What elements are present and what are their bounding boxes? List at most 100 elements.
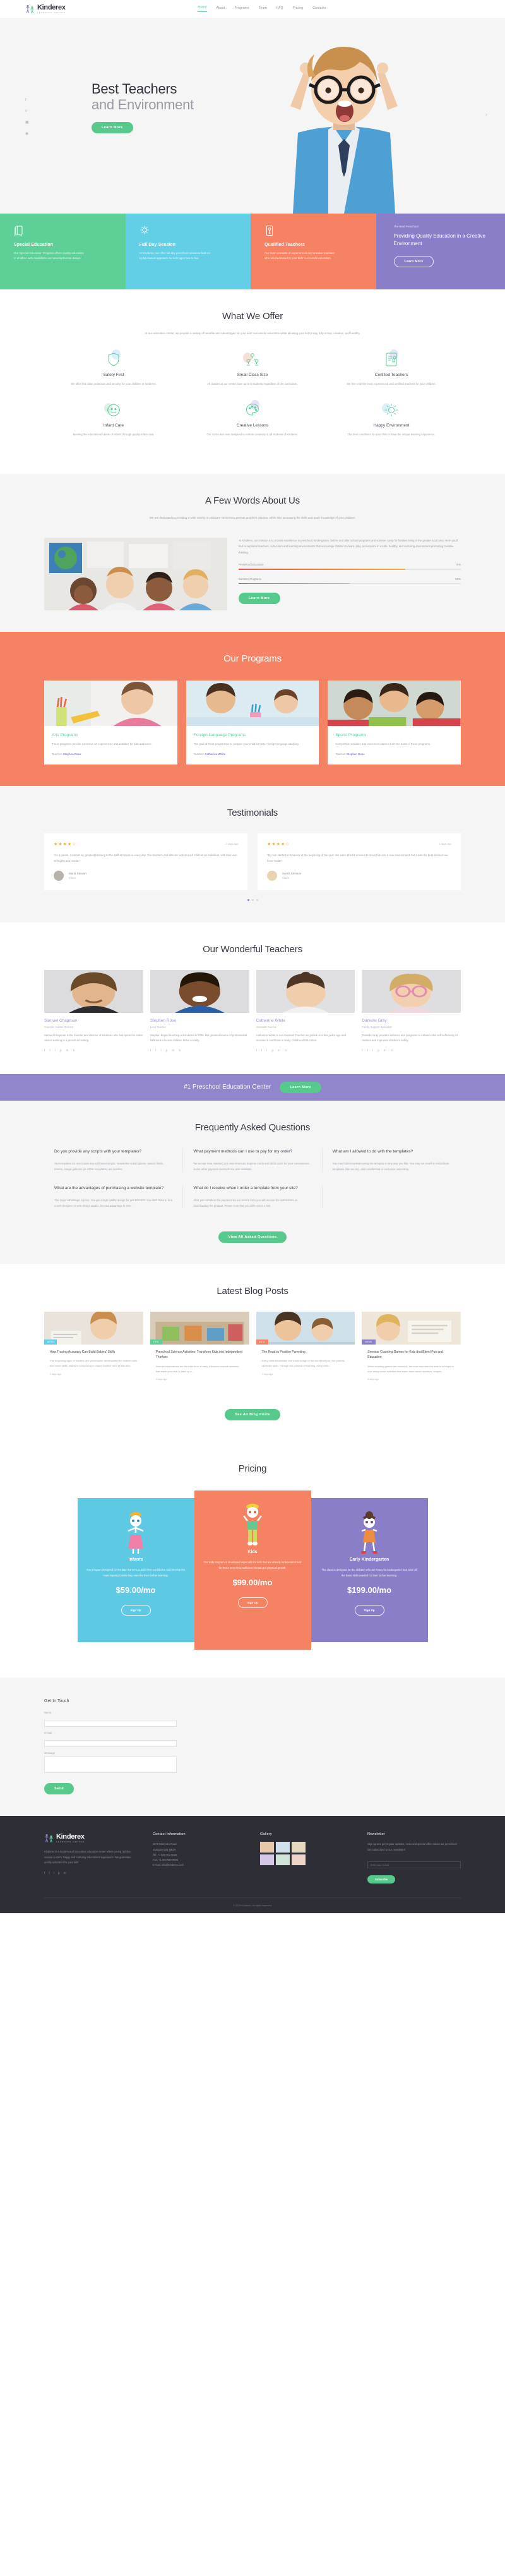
- footer-gallery-thumb[interactable]: [276, 1842, 290, 1853]
- offer-item-certified-teachers[interactable]: Certified Teachers We hire only the most…: [322, 349, 461, 387]
- pinterest-icon[interactable]: p: [166, 1049, 168, 1053]
- footer-gallery-thumb[interactable]: [292, 1842, 306, 1853]
- nav-item-about[interactable]: About: [217, 6, 225, 12]
- behance-icon[interactable]: b: [179, 1049, 181, 1053]
- instagram-icon[interactable]: i: [372, 1049, 373, 1053]
- program-card[interactable]: Arts Programs These programs provide ext…: [44, 680, 177, 765]
- feature-cta-button[interactable]: Learn More: [393, 256, 434, 267]
- instagram-icon[interactable]: i: [266, 1049, 267, 1053]
- twitter-icon[interactable]: t: [49, 1049, 50, 1053]
- linkedin-icon[interactable]: in: [278, 1049, 280, 1053]
- facebook-icon[interactable]: f: [25, 99, 29, 102]
- linkedin-icon[interactable]: in: [64, 1872, 66, 1875]
- blog-card[interactable]: TIPS Preschool Science Activities: Trans…: [150, 1311, 249, 1388]
- contact-send-button[interactable]: Send: [44, 1783, 74, 1795]
- twitter-icon[interactable]: ᴠ: [25, 109, 29, 113]
- nav-item-programs[interactable]: Programs: [235, 6, 249, 12]
- nav-item-pricing[interactable]: Pricing: [293, 6, 304, 12]
- pricing-signup-button[interactable]: Sign Up: [354, 1604, 384, 1616]
- pagination-dot[interactable]: [256, 898, 258, 901]
- testimonials-pagination[interactable]: [44, 898, 461, 901]
- footer-gallery-thumb[interactable]: [292, 1854, 306, 1866]
- pricing-signup-button[interactable]: Sign Up: [237, 1597, 268, 1608]
- program-teacher-name[interactable]: Catherine White: [205, 753, 225, 756]
- blog-see-all-button[interactable]: See All Blog Posts: [225, 1409, 280, 1421]
- program-teacher-name[interactable]: Stephen Rose: [347, 753, 365, 756]
- twitter-icon[interactable]: t: [261, 1049, 262, 1053]
- facebook-icon[interactable]: f: [44, 1049, 45, 1053]
- feature-box-full-day-session[interactable]: Full Day Session At Kinderex, we offer f…: [125, 214, 251, 289]
- footer-gallery-thumb[interactable]: [276, 1854, 290, 1866]
- footer-about-col: Kinderex LEARNING CENTER Kinderex is a m…: [44, 1832, 139, 1884]
- twitter-icon[interactable]: t: [367, 1049, 368, 1053]
- offer-item-infant-care[interactable]: Infant Care Meeting the educational need…: [44, 402, 183, 437]
- program-card[interactable]: Sports Programs Competitive activities a…: [328, 680, 461, 765]
- hero-next-arrow[interactable]: ›: [485, 111, 487, 118]
- nav-item-contacts[interactable]: Contacts: [312, 6, 326, 12]
- nav-item-home[interactable]: Home: [198, 6, 207, 12]
- faq-question[interactable]: What payment methods can I use to pay fo…: [193, 1148, 311, 1155]
- contact-e-mail-input[interactable]: [44, 1740, 177, 1748]
- faq-question[interactable]: What am I allowed to do with the templat…: [333, 1148, 451, 1155]
- pagination-dot[interactable]: [247, 898, 249, 901]
- blog-tag[interactable]: KIDS: [256, 1339, 268, 1345]
- pinterest-icon[interactable]: p: [58, 1872, 60, 1875]
- blog-card[interactable]: NEWS Seminar Counting Games for Kids tha…: [362, 1311, 461, 1388]
- pricing-signup-button[interactable]: Sign Up: [121, 1604, 151, 1616]
- instagram-icon[interactable]: i: [161, 1049, 162, 1053]
- pinterest-icon[interactable]: p: [60, 1049, 62, 1053]
- offer-item-happy-environment[interactable]: Happy Environment The best conditions fo…: [322, 402, 461, 437]
- hero-learn-more-button[interactable]: Learn More: [92, 121, 133, 133]
- instagram-icon[interactable]: i: [55, 1049, 56, 1053]
- offer-item-creative-lessons[interactable]: Creative Lessons Our curriculum was desi…: [183, 400, 322, 437]
- about-learn-more-button[interactable]: Learn More: [239, 593, 280, 605]
- pinterest-icon[interactable]: p: [271, 1049, 273, 1053]
- behance-icon[interactable]: b: [285, 1049, 287, 1053]
- offer-item-small-class-size[interactable]: Small Class Size All classes at our cent…: [183, 351, 322, 387]
- faq-question[interactable]: What do I receive when I order a templat…: [193, 1185, 311, 1192]
- blog-card[interactable]: KIDS The Road to Positive Parenting Ever…: [256, 1311, 355, 1388]
- cta-band-button[interactable]: Learn More: [280, 1081, 322, 1093]
- blog-tag[interactable]: TIPS: [150, 1339, 162, 1345]
- pinterest-icon[interactable]: ◉: [25, 131, 29, 136]
- newsletter-subscribe-button[interactable]: Subscribe: [367, 1875, 396, 1884]
- feature-box-special-education[interactable]: Special Education Our Special Education …: [0, 214, 126, 289]
- facebook-icon[interactable]: f: [44, 1872, 45, 1875]
- facebook-icon[interactable]: f: [150, 1049, 151, 1053]
- nav-item-team[interactable]: Team: [259, 6, 267, 12]
- teacher-social-links: f t i p in b: [256, 1049, 355, 1053]
- nav-item-faq[interactable]: FAQ: [276, 6, 283, 12]
- pinterest-icon[interactable]: p: [377, 1049, 379, 1053]
- linkedin-icon[interactable]: in: [66, 1049, 69, 1053]
- blog-tag[interactable]: NEWS: [362, 1339, 376, 1345]
- blog-card[interactable]: ARTS How Tracing Accuracy Can Build Babi…: [44, 1311, 143, 1388]
- blog-meta: 5 days ago: [155, 1378, 167, 1381]
- linkedin-icon[interactable]: in: [172, 1049, 174, 1053]
- newsletter-email-input[interactable]: [367, 1861, 461, 1869]
- twitter-icon[interactable]: t: [155, 1049, 156, 1053]
- feature-box-qualified-teachers[interactable]: Qualified Teachers Our team consists of …: [251, 214, 376, 289]
- blog-post-title[interactable]: The Road to Positive Parenting: [262, 1350, 350, 1355]
- program-teacher-name[interactable]: Stephen Rose: [63, 753, 81, 756]
- faq-question[interactable]: Do you provide any scripts with your tem…: [54, 1148, 172, 1155]
- offer-item-safety-first[interactable]: Safety First We offer first class protec…: [44, 349, 183, 387]
- blog-tag[interactable]: ARTS: [44, 1339, 57, 1345]
- instagram-icon[interactable]: ▣: [25, 120, 29, 124]
- blog-post-title[interactable]: Seminar Counting Games for Kids that Ble…: [367, 1350, 455, 1360]
- facebook-icon[interactable]: f: [256, 1049, 257, 1053]
- pagination-dot[interactable]: [251, 898, 254, 901]
- footer-gallery-thumb[interactable]: [260, 1854, 274, 1866]
- footer-gallery-thumb[interactable]: [260, 1842, 274, 1853]
- linkedin-icon[interactable]: in: [384, 1049, 386, 1053]
- blog-post-title[interactable]: Preschool Science Activities: Transform …: [156, 1350, 244, 1360]
- program-card[interactable]: Foreign Language Programs The goal of th…: [186, 680, 319, 765]
- contact-name-input[interactable]: [44, 1720, 177, 1727]
- brand-logo[interactable]: Kinderex LEARNING CENTER: [25, 3, 66, 15]
- footer-logo[interactable]: Kinderex LEARNING CENTER: [44, 1832, 139, 1844]
- blog-post-title[interactable]: How Tracing Accuracy Can Build Babies' S…: [50, 1350, 138, 1355]
- faq-question[interactable]: What are the advantages of purchasing a …: [54, 1185, 172, 1192]
- behance-icon[interactable]: b: [391, 1049, 393, 1053]
- behance-icon[interactable]: b: [73, 1049, 75, 1053]
- faq-view-all-button[interactable]: View All Asked Questions: [218, 1231, 287, 1243]
- contact-message-input[interactable]: [44, 1757, 177, 1774]
